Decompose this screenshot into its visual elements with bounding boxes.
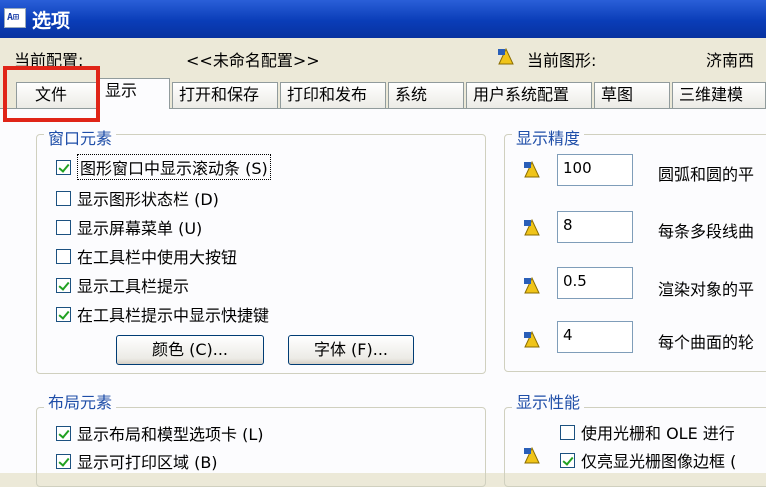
checkbox-label: 显示图形状态栏 (D) — [77, 190, 219, 209]
checkbox-box[interactable] — [56, 248, 71, 264]
rendered-smoothness-input[interactable]: 0.5 — [557, 267, 633, 299]
layout-elements-group — [36, 407, 486, 487]
current-config-value: <<未命名配置>> — [186, 51, 320, 70]
tab-open-save[interactable]: 打开和保存 — [172, 82, 278, 108]
checkbox-box[interactable] — [56, 190, 71, 206]
tab-strip: 文件 显示 打开和保存 打印和发布 系统 用户系统配置 草图 三维建模 — [0, 78, 766, 109]
polyline-segments-input[interactable]: 8 — [557, 211, 633, 243]
checkbox-box[interactable] — [56, 219, 71, 235]
tab-drafting[interactable]: 草图 — [594, 82, 670, 108]
fonts-button[interactable]: 字体 (F)... — [288, 335, 414, 365]
raster-frame-checkbox[interactable]: 仅亮显光栅图像边框 ( — [560, 449, 736, 471]
drawing-saved-icon — [522, 275, 542, 295]
checkbox-label: 显示布局和模型选项卡 (L) — [77, 425, 264, 444]
drawing-saved-icon — [522, 217, 542, 237]
checkbox-box[interactable] — [560, 424, 575, 440]
display-tab-panel: 窗口元素 图形窗口中显示滚动条 (S) 显示图形状态栏 (D) 显示屏幕菜单 (… — [0, 108, 766, 487]
checkbox-label: 显示可打印区域 (B) — [77, 453, 218, 472]
tooltips-checkbox[interactable]: 显示工具栏提示 — [56, 274, 189, 296]
tab-plot-publish[interactable]: 打印和发布 — [280, 82, 386, 108]
printable-area-checkbox[interactable]: 显示可打印区域 (B) — [56, 450, 218, 472]
checkbox-label: 显示屏幕菜单 (U) — [77, 219, 203, 238]
checkbox-label: 仅亮显光栅图像边框 ( — [581, 452, 737, 471]
checkbox-label: 使用光栅和 OLE 进行 — [581, 424, 735, 443]
polyline-segments-label: 每条多段线曲 — [658, 222, 755, 241]
status-bar-checkbox[interactable]: 显示图形状态栏 (D) — [56, 187, 219, 209]
checkbox-label: 在工具栏中使用大按钮 — [77, 248, 238, 267]
rendered-smoothness-label: 渲染对象的平 — [658, 280, 755, 299]
checkbox-box[interactable] — [560, 452, 575, 468]
tab-display[interactable]: 显示 — [98, 78, 170, 109]
arc-smoothness-input[interactable]: 100 — [557, 154, 633, 186]
title-bar: A⊞ 选项 — [0, 0, 766, 38]
tab-user-preferences[interactable]: 用户系统配置 — [466, 82, 592, 108]
screen-menu-checkbox[interactable]: 显示屏幕菜单 (U) — [56, 216, 202, 238]
arc-smoothness-label: 圆弧和圆的平 — [658, 165, 755, 184]
checkbox-box[interactable] — [56, 277, 71, 293]
autocad-app-icon: A⊞ — [4, 8, 26, 28]
checkbox-box[interactable] — [56, 453, 71, 469]
display-resolution-title: 显示精度 — [512, 125, 585, 149]
checkbox-box[interactable] — [56, 159, 71, 175]
tab-3d-modeling[interactable]: 三维建模 — [672, 82, 766, 108]
checkbox-box[interactable] — [56, 425, 71, 441]
large-buttons-checkbox[interactable]: 在工具栏中使用大按钮 — [56, 245, 237, 267]
display-performance-group — [504, 407, 766, 487]
shortcut-keys-checkbox[interactable]: 在工具栏提示中显示快捷键 — [56, 303, 269, 325]
drawing-saved-icon — [522, 329, 542, 349]
tab-file[interactable]: 文件 — [16, 82, 100, 108]
checkbox-label: 显示工具栏提示 — [77, 277, 190, 296]
tab-system[interactable]: 系统 — [388, 82, 464, 108]
drawing-icon — [496, 46, 516, 66]
current-config-label: 当前配置: — [14, 51, 84, 70]
raster-ole-checkbox[interactable]: 使用光栅和 OLE 进行 — [560, 421, 735, 443]
layout-model-tabs-checkbox[interactable]: 显示布局和模型选项卡 (L) — [56, 422, 264, 444]
checkbox-box[interactable] — [56, 306, 71, 322]
current-drawing-value: 济南西 — [706, 51, 755, 70]
contour-lines-input[interactable]: 4 — [557, 321, 633, 353]
display-performance-title: 显示性能 — [512, 389, 585, 413]
drawing-saved-icon — [522, 159, 542, 179]
current-drawing-label: 当前图形: — [527, 51, 597, 70]
contour-lines-label: 每个曲面的轮 — [658, 333, 755, 352]
app-icon-text: A⊞ — [7, 12, 20, 23]
colors-button[interactable]: 颜色 (C)... — [116, 335, 264, 365]
window-elements-title: 窗口元素 — [44, 125, 117, 149]
checkbox-label: 在工具栏提示中显示快捷键 — [77, 306, 270, 325]
layout-elements-title: 布局元素 — [44, 389, 117, 413]
drawing-saved-icon — [522, 445, 542, 465]
scrollbars-checkbox[interactable]: 图形窗口中显示滚动条 (S) — [56, 154, 271, 180]
window-title: 选项 — [32, 10, 71, 32]
checkbox-label: 图形窗口中显示滚动条 (S) — [77, 154, 271, 180]
